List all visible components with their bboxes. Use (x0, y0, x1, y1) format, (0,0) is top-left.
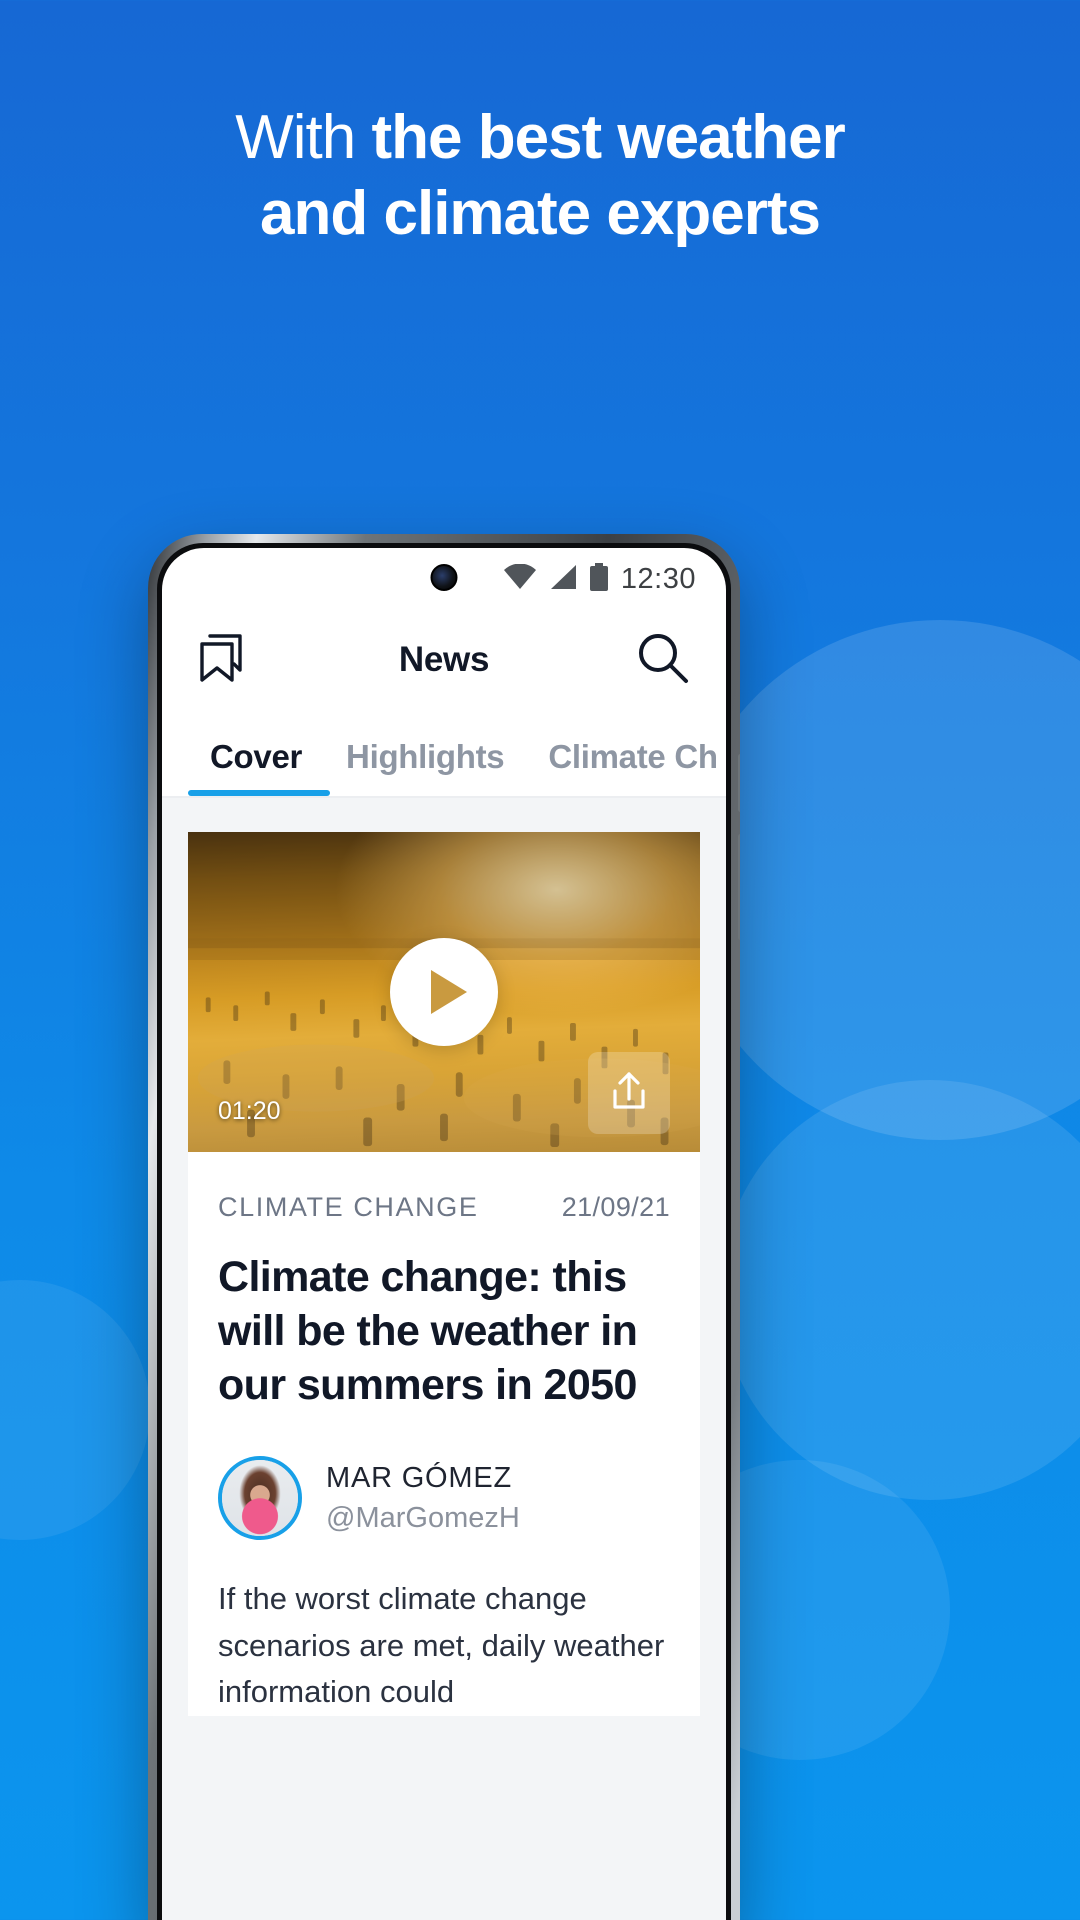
author-handle[interactable]: @MarGomezH (326, 1498, 520, 1539)
share-icon (608, 1069, 650, 1118)
promo-headline-strong-2: and climate experts (260, 178, 821, 248)
bookmarks-button[interactable] (196, 628, 248, 693)
status-bar-clock: 12:30 (620, 562, 696, 595)
avatar-image (222, 1460, 298, 1537)
bookmarks-icon (196, 628, 248, 693)
phone-mockup: 12:30 News Cover Highlights Climate Ch 0… (148, 534, 740, 1920)
background-blob-4 (0, 1280, 150, 1540)
search-icon (634, 629, 692, 692)
article-title[interactable]: Climate change: this will be the weather… (188, 1223, 700, 1412)
tab-cover[interactable]: Cover (188, 738, 324, 796)
video-duration: 01:20 (218, 1097, 281, 1125)
status-bar: 12:30 (162, 548, 726, 610)
article-excerpt: If the worst climate change scenarios ar… (218, 1581, 665, 1710)
promo-headline: With the best weather and climate expert… (0, 100, 1080, 251)
status-bar-right: 12:30 (503, 562, 696, 596)
signal-icon (549, 564, 577, 595)
article-meta: CLIMATE CHANGE 21/09/21 (188, 1152, 700, 1223)
phone-button-volume[interactable] (738, 754, 740, 812)
article-category: CLIMATE CHANGE (218, 1192, 479, 1222)
author-name: MAR GÓMEZ (326, 1461, 513, 1494)
camera-punch-hole-icon (430, 564, 458, 591)
search-button[interactable] (634, 629, 692, 692)
article-card[interactable]: 01:20 CLIMATE CHANGE 21/09/21 Climate ch… (188, 832, 700, 1716)
background-blob-1 (680, 620, 1080, 1140)
article-author[interactable]: MAR GÓMEZ @MarGomezH (188, 1412, 700, 1541)
promo-headline-strong-1: the best weather (371, 103, 845, 172)
phone-bezel: 12:30 News Cover Highlights Climate Ch 0… (157, 543, 731, 1920)
avatar (218, 1456, 302, 1541)
tab-climate-change[interactable]: Climate Ch (526, 738, 726, 796)
phone-screen: 12:30 News Cover Highlights Climate Ch 0… (162, 548, 726, 1920)
tab-bar: Cover Highlights Climate Ch (162, 710, 726, 798)
wifi-icon (503, 563, 537, 595)
play-button[interactable] (390, 938, 498, 1046)
background-blob-2 (720, 1080, 1080, 1500)
app-bar: News (162, 610, 726, 710)
article-date: 21/09/21 (561, 1192, 670, 1222)
tab-active-indicator (188, 790, 330, 796)
news-feed: 01:20 CLIMATE CHANGE 21/09/21 Climate ch… (162, 798, 726, 1920)
tab-highlights[interactable]: Highlights (324, 738, 526, 796)
share-button[interactable] (588, 1052, 670, 1134)
promo-headline-light: With (235, 103, 372, 172)
phone-button-power[interactable] (738, 834, 740, 940)
article-video-thumbnail[interactable]: 01:20 (188, 832, 700, 1152)
author-text: MAR GÓMEZ @MarGomezH (326, 1458, 520, 1539)
battery-icon (589, 562, 609, 596)
